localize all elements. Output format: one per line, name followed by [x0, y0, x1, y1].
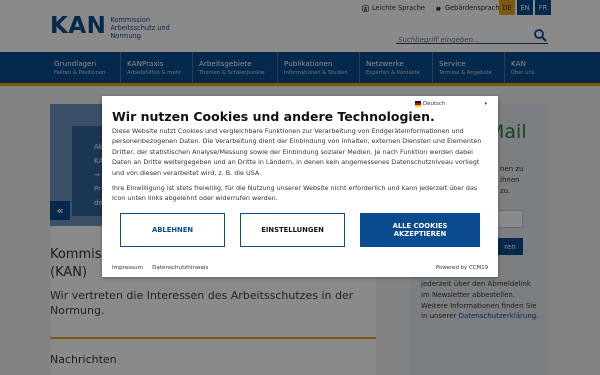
chevron-down-icon: ▾: [484, 101, 487, 107]
settings-button[interactable]: EINSTELLUNGEN: [240, 213, 345, 247]
dialog-body: Diese Website nutzt Cookies und vergleic…: [112, 126, 490, 204]
dialog-language-label: Deutsch: [423, 101, 446, 107]
accept-all-button[interactable]: ALLE COOKIES AKZEPTIEREN: [360, 213, 480, 247]
accept-label-line: ALLE COOKIES: [392, 222, 448, 230]
dialog-title: Wir nutzen Cookies und andere Technologi…: [112, 109, 435, 124]
flag-icon: [415, 101, 421, 107]
powered-by: Powered by CCM19: [436, 265, 488, 271]
imprint-link[interactable]: Impressum: [112, 265, 143, 271]
reject-button[interactable]: ABLEHNEN: [120, 213, 225, 247]
privacy-notice-link[interactable]: Datenschutzhinweis: [152, 265, 208, 271]
cookie-consent-dialog: Deutsch ▾ Wir nutzen Cookies und andere …: [102, 96, 498, 277]
accept-label-line: AKZEPTIEREN: [393, 230, 447, 238]
dialog-footer-links: Impressum Datenschutzhinweis: [112, 265, 208, 271]
dialog-language-select[interactable]: Deutsch ▾: [415, 99, 487, 109]
dialog-paragraph: Ihre Einwilligung ist stets freiwillig, …: [112, 184, 478, 203]
dialog-paragraph: Diese Website nutzt Cookies und vergleic…: [112, 127, 482, 177]
